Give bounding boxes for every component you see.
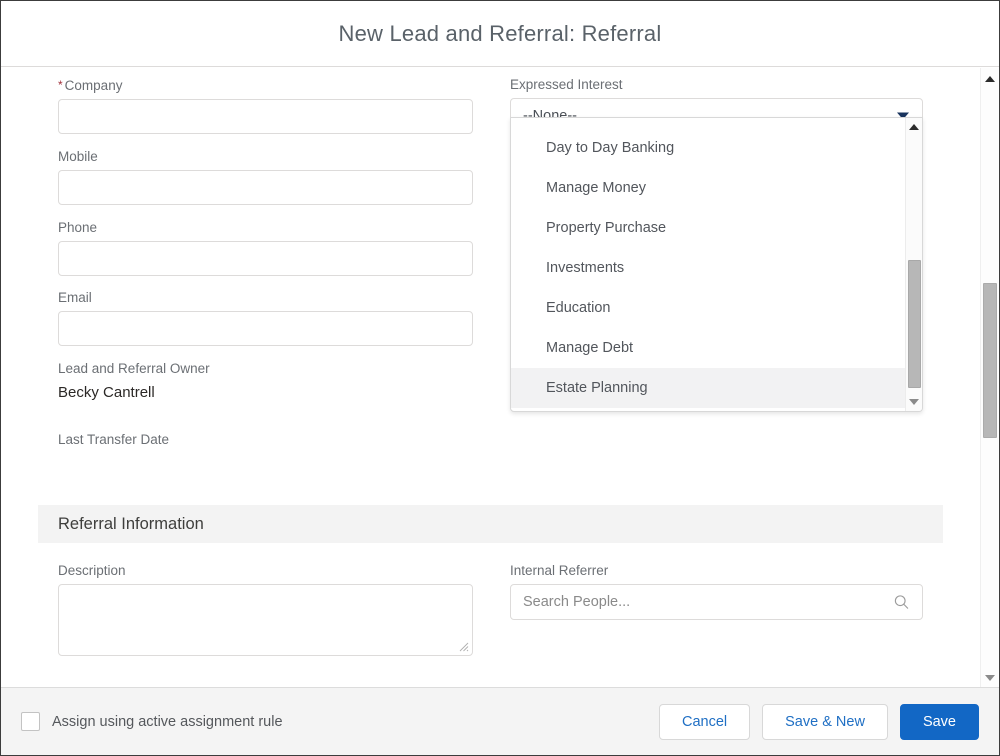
internal-referrer-lookup[interactable]: Search People... [510,584,923,620]
field-last-transfer-date: Last Transfer Date [58,432,473,453]
dropdown-option-estate-planning[interactable]: Estate Planning [511,368,922,408]
field-label-lead-referral-owner: Lead and Referral Owner [58,361,210,376]
cancel-button[interactable]: Cancel [659,703,751,740]
assign-rule-checkbox-wrapper[interactable]: Assign using active assignment rule [21,712,283,731]
company-input[interactable] [58,99,473,134]
dropdown-scrollbar[interactable] [905,118,922,411]
page-scrollbar-thumb[interactable] [983,283,997,438]
search-icon[interactable] [893,594,910,611]
dropdown-option-manage-debt[interactable]: Manage Debt [511,328,904,368]
field-label-company: * Company [58,78,123,93]
scroll-up-arrow-icon[interactable] [906,119,922,135]
field-label-email: Email [58,290,92,305]
field-label-phone: Phone [58,220,98,235]
field-lead-referral-owner: Lead and Referral Owner Becky Cantrell [58,361,473,404]
lead-referral-owner-value: Becky Cantrell [58,384,155,401]
dropdown-option-day-to-day-banking[interactable]: Day to Day Banking [511,128,904,168]
save-button[interactable]: Save [899,703,979,740]
section-title: Referral Information [58,514,204,533]
save-and-new-button[interactable]: Save & New [762,703,888,740]
modal-header: New Lead and Referral: Referral [1,1,999,67]
field-email: Email [58,290,473,346]
description-textarea-wrapper[interactable] [58,584,473,656]
dropdown-option-investments[interactable]: Investments [511,248,904,288]
internal-referrer-placeholder: Search People... [523,594,631,610]
field-label-description: Description [58,563,126,578]
scroll-down-arrow-icon[interactable] [981,669,998,686]
modal-body: * Company Mobile Phone Email Lead and Ref… [1,68,999,688]
resize-grip-icon [459,642,469,652]
field-mobile: Mobile [58,149,473,205]
required-asterisk-icon: * [58,78,63,92]
assign-rule-label: Assign using active assignment rule [52,713,283,730]
dropdown-option-education[interactable]: Education [511,288,904,328]
page-title: New Lead and Referral: Referral [338,20,662,46]
field-label-expressed-interest: Expressed Interest [510,77,623,92]
footer-button-group: Cancel Save & New Save [659,703,979,740]
new-lead-referral-modal: New Lead and Referral: Referral * Company… [0,0,1000,756]
field-label-internal-referrer: Internal Referrer [510,563,609,578]
field-internal-referrer: Internal Referrer Search People... [510,563,923,620]
dropdown-scrollbar-thumb[interactable] [908,260,921,388]
scroll-up-arrow-icon[interactable] [981,70,998,87]
dropdown-option-manage-money[interactable]: Manage Money [511,168,904,208]
dropdown-option-list: Day to Day Banking Manage Money Property… [511,118,922,411]
field-label-last-transfer-date: Last Transfer Date [58,432,170,447]
field-company: * Company [58,78,473,134]
email-input[interactable] [58,311,473,346]
mobile-input[interactable] [58,170,473,205]
phone-input[interactable] [58,241,473,276]
assign-rule-checkbox[interactable] [21,712,40,731]
expressed-interest-dropdown: Day to Day Banking Manage Money Property… [510,117,923,412]
field-description: Description [58,563,473,656]
field-label-mobile: Mobile [58,149,98,164]
section-header-referral-information: Referral Information [38,505,943,543]
modal-footer: Assign using active assignment rule Canc… [1,687,999,755]
scroll-down-arrow-icon[interactable] [906,394,922,410]
page-scrollbar[interactable] [980,68,998,688]
dropdown-option-property-purchase[interactable]: Property Purchase [511,208,904,248]
field-phone: Phone [58,220,473,276]
field-expressed-interest: Expressed Interest --None-- Day to Day B… [510,77,923,412]
